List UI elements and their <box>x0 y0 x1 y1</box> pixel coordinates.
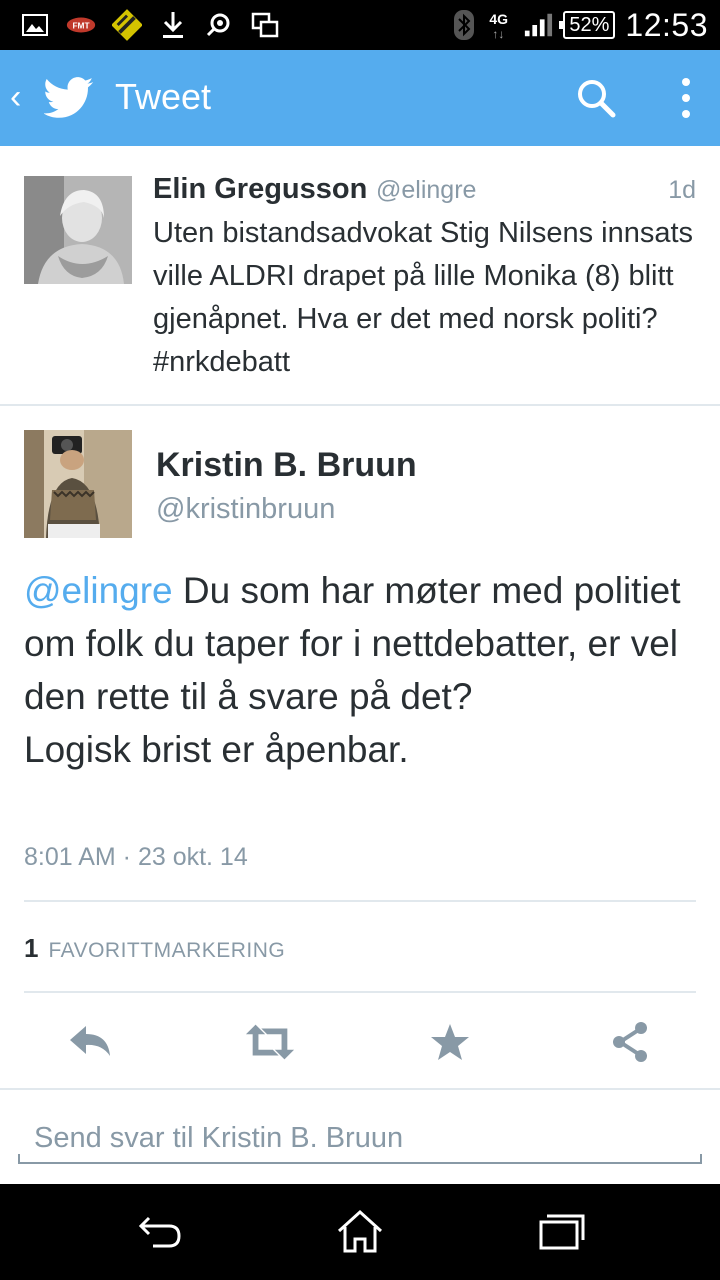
avatar[interactable] <box>24 430 132 538</box>
reply-input[interactable] <box>18 1112 702 1164</box>
reply-box <box>18 1112 702 1166</box>
divider <box>24 991 696 993</box>
nav-recents-button[interactable] <box>530 1202 590 1262</box>
share-icon <box>613 1022 647 1062</box>
screens-icon <box>250 10 280 40</box>
reply-icon <box>70 1026 110 1056</box>
status-bar: FMT 4G ↑↓ 52% 12:53 <box>0 0 720 50</box>
author-handle[interactable]: @kristinbruun <box>156 493 335 526</box>
back-chevron-icon[interactable]: ‹ <box>10 80 21 114</box>
search-icon[interactable] <box>572 74 620 122</box>
app-bar: ‹ Tweet <box>0 50 720 146</box>
system-nav-bar <box>0 1184 720 1280</box>
system-status: 4G ↑↓ 52% 12:53 <box>449 6 708 44</box>
tweet-time: 1d <box>668 176 696 204</box>
tweet-text: Uten bistandsadvokat Stig Nilsens innsat… <box>153 217 694 378</box>
reply-underline <box>18 1154 702 1164</box>
network-type: 4G ↑↓ <box>489 11 509 41</box>
favorite-icon <box>431 1024 469 1060</box>
retweet-button[interactable] <box>244 1018 296 1066</box>
divider <box>24 900 696 902</box>
divider <box>0 404 720 406</box>
author-handle[interactable]: @elingre <box>376 176 476 205</box>
bluetooth-icon <box>449 10 479 40</box>
clock: 12:53 <box>625 6 708 43</box>
mention-link[interactable]: @elingre <box>24 570 173 611</box>
recent-apps-icon <box>539 1214 585 1250</box>
author-name[interactable]: Kristin B. Bruun <box>156 446 417 485</box>
page-title: Tweet <box>115 76 212 117</box>
divider <box>0 1088 720 1090</box>
signal-icon <box>523 10 553 40</box>
share-button[interactable] <box>604 1018 656 1066</box>
retweet-icon <box>245 1024 295 1060</box>
favorites-label: FAVORITTMARKERING <box>48 939 286 962</box>
gallery-icon <box>20 10 50 40</box>
notification-icons: FMT <box>20 8 280 42</box>
tweet-timestamp: 8:01 AM · 23 okt. 14 <box>24 843 248 871</box>
app-icon <box>112 9 142 41</box>
tweet-body-line2: Logisk brist er åpenbar. <box>24 729 409 770</box>
avatar[interactable] <box>24 176 132 284</box>
overflow-menu-icon[interactable] <box>668 74 704 122</box>
tweet-actions <box>0 1010 720 1076</box>
fmt-icon: FMT <box>66 10 96 40</box>
sync-icon <box>204 10 234 40</box>
back-icon <box>138 1216 181 1248</box>
favorites-stat[interactable]: 1 FAVORITTMARKERING <box>24 933 285 964</box>
favorites-count: 1 <box>24 933 39 963</box>
svg-text:FMT: FMT <box>72 20 89 30</box>
nav-home-button[interactable] <box>330 1202 390 1262</box>
twitter-bird-icon[interactable] <box>44 76 94 120</box>
nav-back-button[interactable] <box>130 1202 190 1262</box>
battery-indicator: 52% <box>559 11 616 39</box>
tweet-text: @elingre Du som har møter med politiet o… <box>24 564 704 776</box>
parent-tweet[interactable]: Elin Gregusson @elingre 1d Uten bistands… <box>0 152 720 404</box>
download-icon <box>158 10 188 40</box>
favorite-button[interactable] <box>424 1018 476 1066</box>
reply-button[interactable] <box>64 1018 116 1066</box>
author-name[interactable]: Elin Gregusson <box>153 173 367 206</box>
home-icon <box>337 1209 383 1253</box>
